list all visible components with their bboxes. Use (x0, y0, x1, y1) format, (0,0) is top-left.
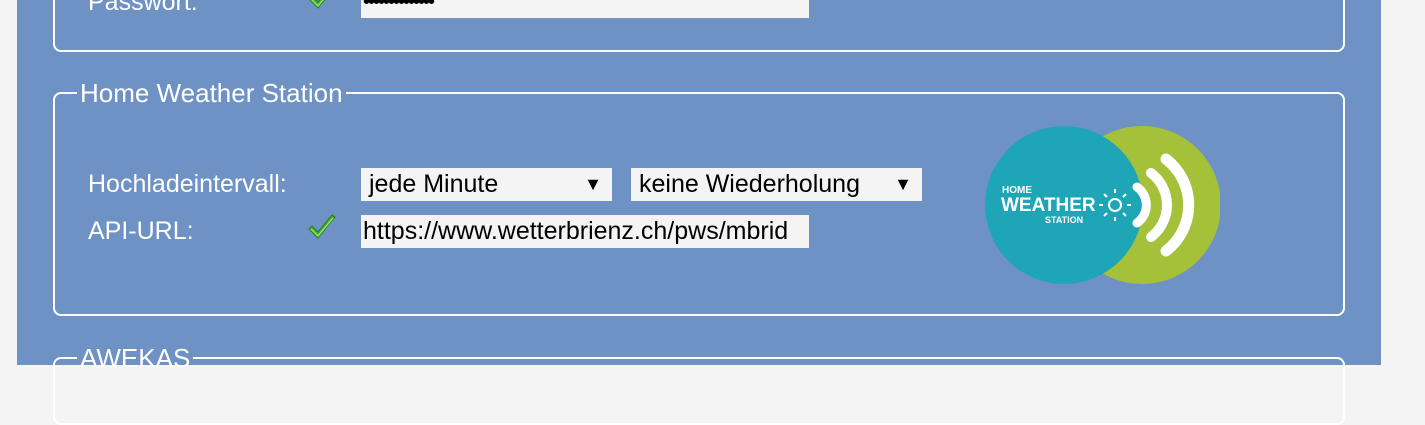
home-weather-station-logo: HOME WEATHER STATION (985, 126, 1220, 284)
interval-label: Hochladeintervall: (88, 170, 287, 198)
triangle-down-icon: ▼ (584, 174, 602, 194)
page-margin (1381, 0, 1425, 365)
awekas-legend: AWEKAS (80, 343, 191, 373)
interval-select-value: jede Minute (369, 170, 499, 198)
repeat-select[interactable]: keine Wiederholung ▼ (631, 168, 922, 201)
checkmark-icon (309, 0, 326, 9)
password-field[interactable]: •••••••••••••• (361, 0, 809, 18)
api-url-label: API-URL: (88, 217, 194, 245)
logo-text-station: STATION (1045, 215, 1083, 225)
repeat-select-value: keine Wiederholung (639, 170, 860, 198)
awekas-fieldset: AWEKAS (53, 345, 1345, 425)
password-label: Passwort: (88, 0, 198, 16)
hws-legend: Home Weather Station (80, 78, 343, 108)
api-url-field[interactable]: https://www.wetterbrienz.ch/pws/mbrid (361, 215, 809, 248)
interval-select[interactable]: jede Minute ▼ (361, 168, 612, 201)
checkmark-icon (308, 214, 336, 239)
logo-text-weather: WEATHER (1001, 195, 1096, 216)
triangle-down-icon: ▼ (894, 174, 912, 194)
